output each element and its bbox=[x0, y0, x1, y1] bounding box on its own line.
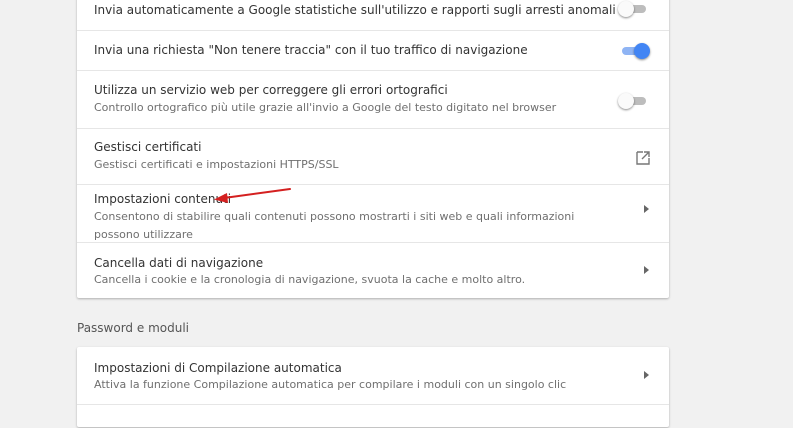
row-subtitle: Cancella i cookie e la cronologia di nav… bbox=[94, 273, 526, 286]
chevron-right-icon[interactable] bbox=[644, 371, 649, 379]
usage-statistics-toggle[interactable] bbox=[618, 0, 650, 18]
chevron-right-icon[interactable] bbox=[644, 266, 649, 274]
row-content-settings[interactable]: Impostazioni contenuti Consentono di sta… bbox=[77, 184, 669, 243]
row-title: Gestisci certificati bbox=[94, 140, 202, 154]
section-title-password-forms: Password e moduli bbox=[77, 321, 189, 335]
red-arrow-icon bbox=[214, 188, 291, 203]
row-clear-browsing-data[interactable]: Cancella dati di navigazione Cancella i … bbox=[77, 242, 669, 299]
row-subtitle: Gestisci certificati e impostazioni HTTP… bbox=[94, 158, 339, 171]
row-subtitle: Controllo ortografico più utile grazie a… bbox=[94, 101, 557, 114]
spell-check-toggle[interactable] bbox=[618, 92, 650, 110]
row-autofill-settings[interactable]: Impostazioni di Compilazione automatica … bbox=[77, 347, 669, 404]
open-in-new-icon[interactable] bbox=[635, 150, 651, 166]
row-subtitle: Attiva la funzione Compilazione automati… bbox=[94, 378, 567, 391]
row-do-not-track[interactable]: Invia una richiesta "Non tenere traccia"… bbox=[77, 30, 669, 71]
row-manage-certificates[interactable]: Gestisci certificati Gestisci certificat… bbox=[77, 128, 669, 185]
row-title: Impostazioni di Compilazione automatica bbox=[94, 361, 342, 375]
row-title: Impostazioni contenuti bbox=[94, 192, 232, 206]
row-title: Cancella dati di navigazione bbox=[94, 256, 264, 270]
privacy-settings-card: Invia automaticamente a Google statistic… bbox=[77, 0, 669, 298]
row-title: Utilizza un servizio web per correggere … bbox=[94, 83, 448, 97]
row-next[interactable] bbox=[77, 404, 669, 428]
row-title: Invia automaticamente a Google statistic… bbox=[94, 3, 616, 17]
row-title: Invia una richiesta "Non tenere traccia"… bbox=[94, 43, 528, 57]
password-forms-card: Impostazioni di Compilazione automatica … bbox=[77, 347, 669, 427]
row-spell-check[interactable]: Utilizza un servizio web per correggere … bbox=[77, 70, 669, 129]
row-subtitle: Consentono di stabilire quali contenuti … bbox=[94, 210, 575, 241]
row-usage-statistics[interactable]: Invia automaticamente a Google statistic… bbox=[77, 0, 669, 30]
do-not-track-toggle[interactable] bbox=[618, 42, 650, 60]
chevron-right-icon[interactable] bbox=[644, 205, 649, 213]
